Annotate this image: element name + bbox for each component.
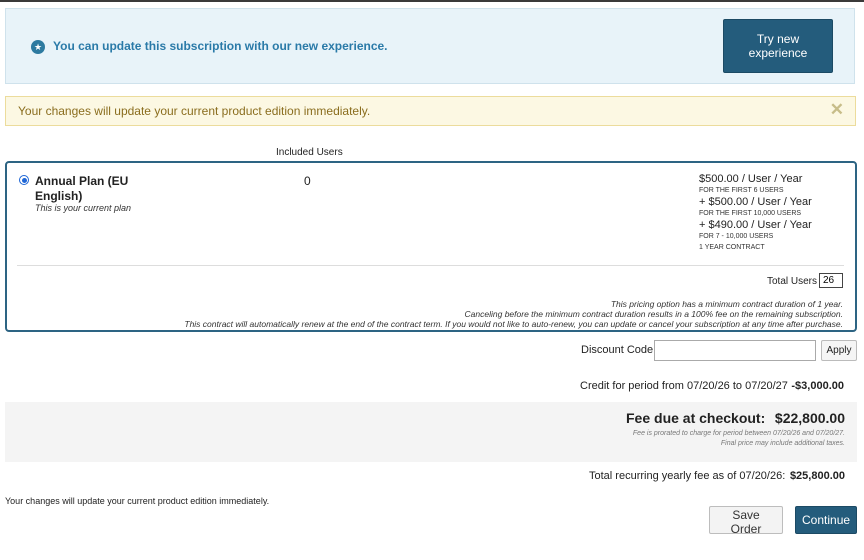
price-tier-1-note: FOR THE FIRST 6 USERS bbox=[699, 187, 784, 194]
included-users-header: Included Users bbox=[276, 147, 343, 158]
info-banner-text: You can update this subscription with ou… bbox=[53, 39, 388, 53]
fee-note-line-2: Final price may include additional taxes… bbox=[720, 440, 845, 447]
fee-note-line-1: Fee is prorated to charge for period bet… bbox=[632, 430, 845, 437]
price-tier-2-note: FOR THE FIRST 10,000 USERS bbox=[699, 210, 802, 217]
plan-subtitle: This is your current plan bbox=[35, 203, 132, 213]
pricing-tiers: $500.00 / User / Year FOR THE FIRST 6 US… bbox=[699, 173, 849, 253]
save-order-button[interactable]: Save Order bbox=[709, 506, 783, 536]
included-users-value: 0 bbox=[304, 174, 311, 188]
apply-button[interactable]: Apply bbox=[821, 340, 857, 361]
total-users-label: Total Users bbox=[767, 276, 818, 287]
terms-line-1: This pricing option has a minimum contra… bbox=[610, 299, 843, 309]
fee-panel: Fee due at checkout: $22,800.00 Fee is p… bbox=[5, 402, 857, 462]
star-circle-icon: ★ bbox=[31, 40, 45, 54]
contract-duration: 1 YEAR CONTRACT bbox=[699, 244, 765, 251]
warning-banner-text: Your changes will update your current pr… bbox=[18, 104, 371, 118]
price-tier-3: + $490.00 / User / Year bbox=[699, 219, 812, 231]
terms-line-3: This contract will automatically renew a… bbox=[184, 319, 843, 329]
recurring-fee-value: $25,800.00 bbox=[789, 470, 845, 482]
fee-due-value: $22,800.00 bbox=[774, 410, 845, 426]
plan-name: Annual Plan (EU English) bbox=[35, 174, 129, 203]
fee-due-label: Fee due at checkout: bbox=[626, 410, 766, 426]
price-tier-2: + $500.00 / User / Year bbox=[699, 196, 812, 208]
price-tier-1: $500.00 / User / Year bbox=[699, 173, 803, 185]
close-icon[interactable]: ✕ bbox=[830, 100, 844, 120]
warning-banner: Your changes will update your current pr… bbox=[5, 96, 856, 126]
divider bbox=[17, 265, 844, 266]
terms-line-2: Canceling before the minimum contract du… bbox=[464, 309, 843, 319]
price-tier-3-note: FOR 7 - 10,000 USERS bbox=[699, 233, 774, 240]
continue-button[interactable]: Continue bbox=[795, 506, 857, 534]
fee-note: Fee is prorated to charge for period bet… bbox=[633, 429, 845, 449]
credit-label: Credit for period from 07/20/26 to 07/20… bbox=[580, 380, 788, 392]
credit-value: -$3,000.00 bbox=[791, 380, 844, 392]
info-banner: ★ You can update this subscription with … bbox=[5, 8, 855, 84]
contract-terms: This pricing option has a minimum contra… bbox=[184, 299, 843, 329]
discount-code-input[interactable] bbox=[654, 340, 816, 361]
try-new-experience-button[interactable]: Try new experience bbox=[723, 19, 833, 73]
recurring-fee-label: Total recurring yearly fee as of 07/20/2… bbox=[589, 470, 786, 482]
footer-note: Your changes will update your current pr… bbox=[5, 496, 270, 506]
total-users-input[interactable] bbox=[819, 273, 843, 288]
discount-code-label: Discount Code: bbox=[581, 344, 657, 356]
plan-card[interactable]: Annual Plan (EU English) This is your cu… bbox=[5, 161, 857, 332]
top-border bbox=[0, 0, 864, 2]
plan-radio[interactable] bbox=[19, 175, 29, 185]
